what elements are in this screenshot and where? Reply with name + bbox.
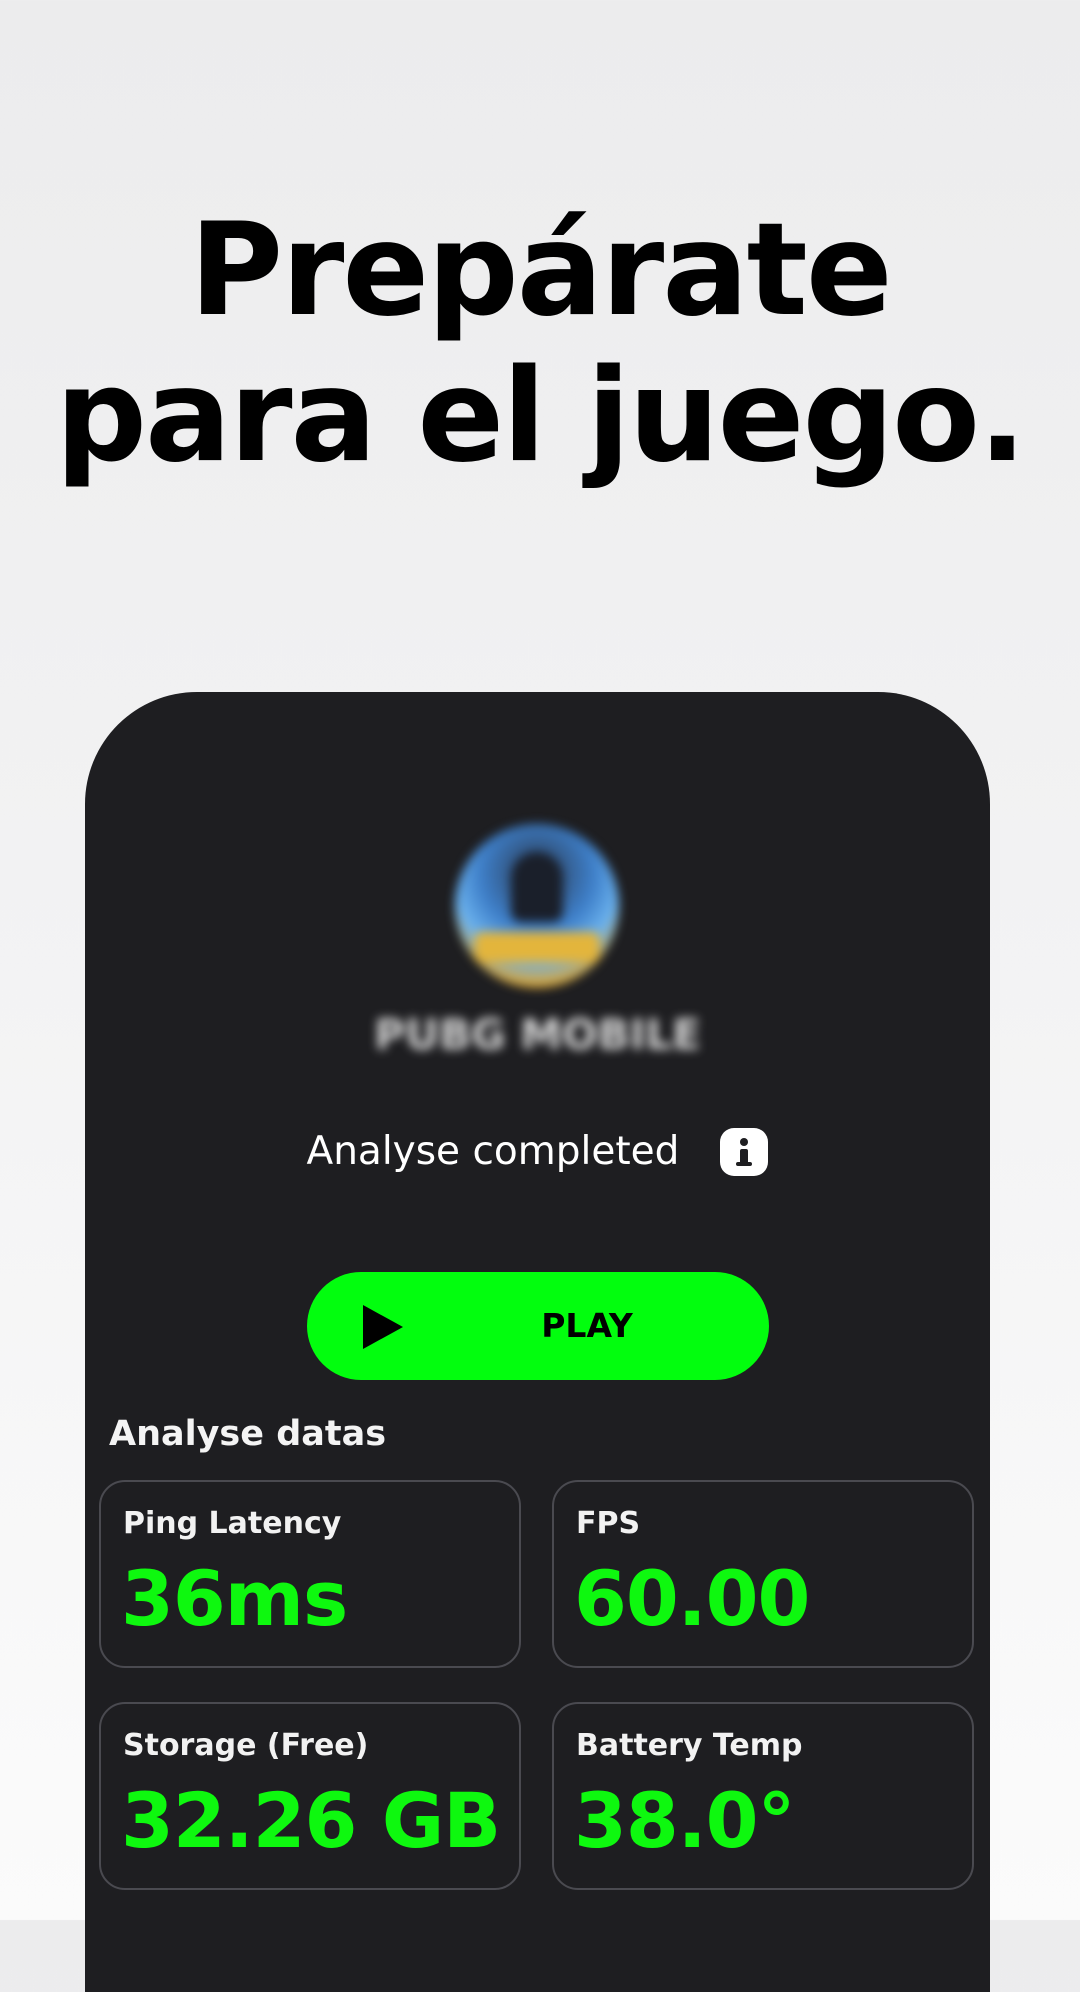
stat-card-ping-latency: Ping Latency 36ms [99, 1480, 521, 1668]
info-icon-base [736, 1162, 753, 1166]
stat-card-battery-temp: Battery Temp 38.0° [552, 1702, 974, 1890]
stat-label: FPS [576, 1506, 641, 1541]
play-button[interactable]: PLAY [307, 1272, 769, 1380]
analysis-section-title: Analyse datas [109, 1414, 387, 1454]
stat-card-fps: FPS 60.00 [552, 1480, 974, 1668]
info-icon-dot [740, 1138, 749, 1146]
stat-value: 60.00 [574, 1554, 810, 1643]
info-icon[interactable] [720, 1128, 769, 1176]
game-avatar-icon [455, 824, 619, 988]
game-avatar-figure [511, 852, 563, 922]
stat-value: 32.26 GB [121, 1776, 501, 1865]
stat-value: 36ms [121, 1554, 348, 1643]
headline: Prepárate para el juego. [0, 198, 1080, 490]
play-icon [363, 1305, 403, 1349]
game-name: PUBG MOBILE [374, 1010, 701, 1059]
headline-line-1: Prepárate [189, 196, 892, 345]
app-preview-card: PUBG MOBILE Analyse completed PLAY Analy… [85, 692, 990, 1992]
headline-line-2: para el juego. [55, 342, 1026, 491]
analysis-status: Analyse completed [85, 1124, 990, 1180]
stat-value: 38.0° [574, 1776, 796, 1865]
stat-label: Ping Latency [123, 1506, 342, 1541]
analysis-status-text: Analyse completed [306, 1129, 680, 1174]
game-avatar-banner [475, 932, 599, 962]
play-button-label: PLAY [541, 1306, 633, 1345]
stat-card-storage-free: Storage (Free) 32.26 GB [99, 1702, 521, 1890]
stat-label: Battery Temp [576, 1728, 803, 1763]
stat-label: Storage (Free) [123, 1728, 369, 1763]
